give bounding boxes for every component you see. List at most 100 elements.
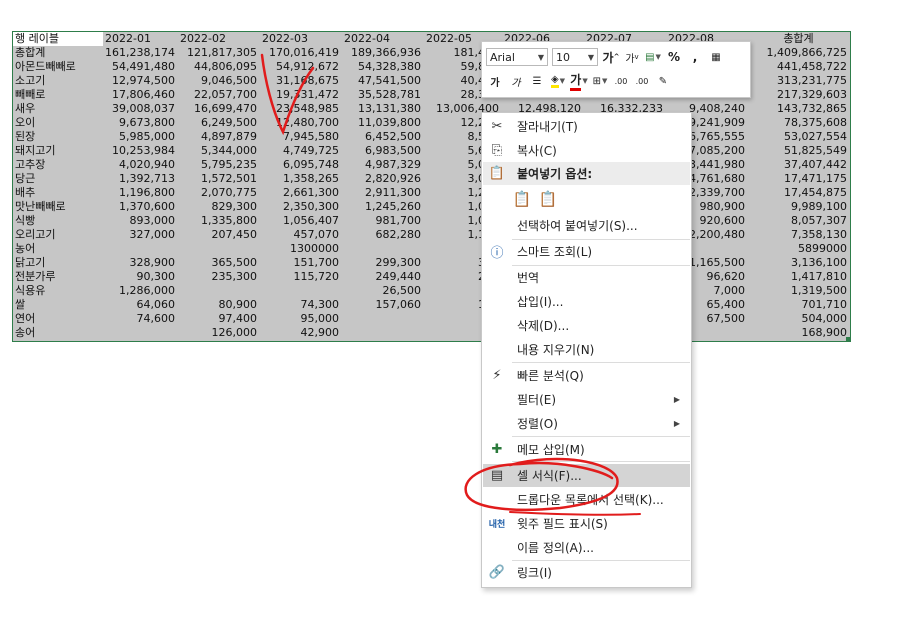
value-cell[interactable]: 1,572,501 (178, 172, 260, 186)
value-cell[interactable] (178, 242, 260, 256)
font-size-combo[interactable]: 10 ▼ (552, 48, 598, 66)
value-cell[interactable]: 54,491,480 (103, 60, 178, 74)
menu-item-smart-lookup[interactable]: ⓘ 스마트 조회(L) (483, 240, 690, 263)
row-label-cell[interactable]: 돼지고기 (13, 144, 103, 158)
value-cell[interactable]: 1,196,800 (103, 186, 178, 200)
value-cell[interactable]: 95,000 (260, 312, 342, 326)
bold-button[interactable]: 가 (486, 72, 504, 90)
value-cell[interactable]: 80,900 (178, 298, 260, 312)
chevron-down-icon[interactable]: ▼ (538, 53, 544, 62)
value-cell[interactable]: 8,057,307 (748, 214, 850, 228)
value-cell[interactable]: 35,528,781 (342, 88, 424, 102)
row-label-cell[interactable]: 오이 (13, 116, 103, 130)
value-cell[interactable]: 9,673,800 (103, 116, 178, 130)
value-cell[interactable] (260, 284, 342, 298)
paste-values-icon[interactable]: 📋 (538, 189, 558, 209)
value-cell[interactable]: 19,331,472 (260, 88, 342, 102)
value-cell[interactable]: 12,480,700 (260, 116, 342, 130)
value-cell[interactable]: 7,945,580 (260, 130, 342, 144)
value-cell[interactable]: 6,249,500 (178, 116, 260, 130)
row-label-cell[interactable]: 된장 (13, 130, 103, 144)
value-cell[interactable]: 2,661,300 (260, 186, 342, 200)
value-cell[interactable]: 7,358,130 (748, 228, 850, 242)
value-cell[interactable]: 2,911,300 (342, 186, 424, 200)
comma-style-button[interactable]: , (686, 48, 704, 66)
value-cell[interactable]: 249,440 (342, 270, 424, 284)
value-cell[interactable]: 17,454,875 (748, 186, 850, 200)
menu-item-quick-analysis[interactable]: ⚡ 빠른 분석(Q) (483, 364, 690, 387)
value-cell[interactable]: 17,471,175 (748, 172, 850, 186)
borders-button[interactable]: ⊞ ▼ (591, 72, 609, 90)
value-cell[interactable]: 829,300 (178, 200, 260, 214)
decrease-decimal-button[interactable]: .00 (633, 72, 651, 90)
column-header-cell[interactable]: 총합계 (748, 32, 850, 46)
menu-item-delete[interactable]: 삭제(D)... (483, 314, 690, 337)
menu-item-clear-contents[interactable]: 내용 지우기(N) (483, 338, 690, 361)
font-name-combo[interactable]: Arial ▼ (486, 48, 548, 66)
value-cell[interactable]: 97,400 (178, 312, 260, 326)
value-cell[interactable]: 11,039,800 (342, 116, 424, 130)
value-cell[interactable]: 2,070,775 (178, 186, 260, 200)
value-cell[interactable]: 31,168,675 (260, 74, 342, 88)
value-cell[interactable]: 157,060 (342, 298, 424, 312)
value-cell[interactable]: 5899000 (748, 242, 850, 256)
row-label-cell[interactable]: 송어 (13, 326, 103, 340)
value-cell[interactable]: 23,548,985 (260, 102, 342, 116)
increase-decimal-button[interactable]: .00 (612, 72, 630, 90)
row-label-cell[interactable]: 고추장 (13, 158, 103, 172)
grow-font-button[interactable]: 가 ^ (602, 48, 620, 66)
row-label-cell[interactable]: 연어 (13, 312, 103, 326)
value-cell[interactable]: 299,300 (342, 256, 424, 270)
shrink-font-button[interactable]: 가v (623, 48, 641, 66)
accounting-format-button[interactable]: ▤ ▼ (644, 48, 662, 66)
value-cell[interactable]: 74,600 (103, 312, 178, 326)
value-cell[interactable]: 6,983,500 (342, 144, 424, 158)
value-cell[interactable]: 4,749,725 (260, 144, 342, 158)
value-cell[interactable]: 2,820,926 (342, 172, 424, 186)
value-cell[interactable]: 328,900 (103, 256, 178, 270)
value-cell[interactable]: 4,020,940 (103, 158, 178, 172)
menu-item-translate[interactable]: 번역 (483, 266, 690, 289)
column-header-cell[interactable]: 2022-01 (103, 32, 178, 46)
column-header-cell[interactable]: 2022-03 (260, 32, 342, 46)
row-label-cell[interactable]: 배추 (13, 186, 103, 200)
value-cell[interactable]: 365,500 (178, 256, 260, 270)
value-cell[interactable]: 54,328,380 (342, 60, 424, 74)
value-cell[interactable]: 9,989,100 (748, 200, 850, 214)
value-cell[interactable]: 9,046,500 (178, 74, 260, 88)
align-button[interactable]: ☰ (528, 72, 546, 90)
menu-item-insert-comment[interactable]: ✚ 메모 삽입(M) (483, 438, 690, 461)
menu-item-format-cells[interactable]: ▤ 셀 서식(F)... (483, 464, 690, 487)
row-label-cell[interactable]: 당근 (13, 172, 103, 186)
menu-item-insert[interactable]: 삽입(I)... (483, 290, 690, 313)
value-cell[interactable]: 51,825,549 (748, 144, 850, 158)
value-cell[interactable]: 10,253,984 (103, 144, 178, 158)
value-cell[interactable]: 39,008,037 (103, 102, 178, 116)
value-cell[interactable]: 2,350,300 (260, 200, 342, 214)
value-cell[interactable]: 126,000 (178, 326, 260, 340)
value-cell[interactable]: 17,806,460 (103, 88, 178, 102)
value-cell[interactable]: 47,541,500 (342, 74, 424, 88)
value-cell[interactable]: 64,060 (103, 298, 178, 312)
row-label-cell[interactable]: 식빵 (13, 214, 103, 228)
value-cell[interactable]: 121,817,305 (178, 46, 260, 60)
menu-item-copy[interactable]: ⎘ 복사(C) (483, 139, 690, 162)
value-cell[interactable]: 207,450 (178, 228, 260, 242)
value-cell[interactable] (342, 326, 424, 340)
row-label-cell[interactable]: 쌀 (13, 298, 103, 312)
italic-button[interactable]: 가 (507, 72, 525, 90)
value-cell[interactable] (178, 284, 260, 298)
value-cell[interactable]: 1,335,800 (178, 214, 260, 228)
value-cell[interactable]: 235,300 (178, 270, 260, 284)
value-cell[interactable]: 5,795,235 (178, 158, 260, 172)
value-cell[interactable]: 53,027,554 (748, 130, 850, 144)
value-cell[interactable]: 54,912,672 (260, 60, 342, 74)
value-cell[interactable]: 1,056,407 (260, 214, 342, 228)
menu-item-pick-from-list[interactable]: 드롭다운 목록에서 선택(K)... (483, 488, 690, 511)
menu-item-filter[interactable]: 필터(E) ▶ (483, 388, 690, 411)
percent-style-button[interactable]: % (665, 48, 683, 66)
row-label-cell[interactable]: 맛난빼빼로 (13, 200, 103, 214)
value-cell[interactable]: 682,280 (342, 228, 424, 242)
value-cell[interactable]: 161,238,174 (103, 46, 178, 60)
value-cell[interactable]: 13,131,380 (342, 102, 424, 116)
